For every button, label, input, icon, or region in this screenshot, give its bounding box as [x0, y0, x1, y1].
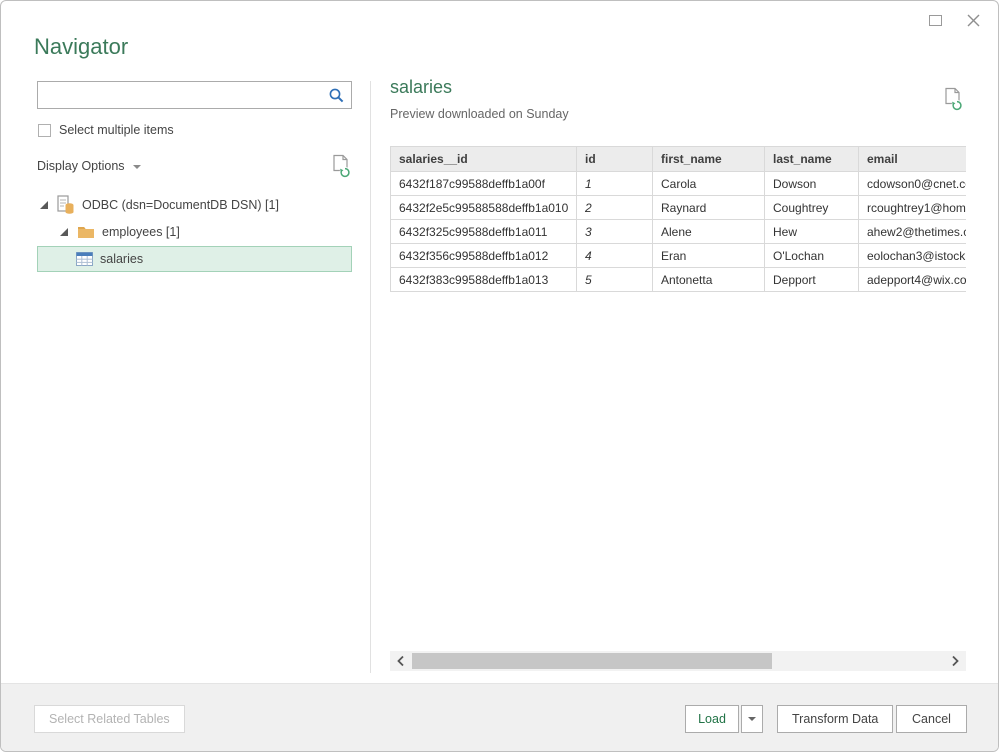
horizontal-scrollbar[interactable]: [390, 651, 966, 671]
column-header-id: id: [577, 147, 653, 172]
scrollbar-track[interactable]: [412, 651, 944, 671]
table-cell: Eran: [653, 244, 765, 268]
preview-table: salaries__ididfirst_namelast_nameemail 6…: [390, 146, 966, 292]
tree-item-label: ODBC (dsn=DocumentDB DSN) [1]: [82, 198, 279, 212]
table-row: 6432f2e5c99588588deffb1a0102RaynardCough…: [391, 196, 967, 220]
tree-item-employees[interactable]: employees [1]: [37, 219, 352, 244]
table-cell: eolochan3@istockp: [859, 244, 967, 268]
cancel-button[interactable]: Cancel: [896, 705, 967, 733]
select-multiple-checkbox[interactable]: [38, 124, 51, 137]
table-cell: O'Lochan: [765, 244, 859, 268]
tree-item-salaries[interactable]: salaries: [37, 246, 352, 272]
table-cell: 6432f2e5c99588588deffb1a010: [391, 196, 577, 220]
preview-table-body: 6432f187c99588deffb1a00f1CarolaDowsoncdo…: [391, 172, 967, 292]
table-cell: Alene: [653, 220, 765, 244]
table-row: 6432f383c99588deffb1a0135AntonettaDeppor…: [391, 268, 967, 292]
table-cell: 3: [577, 220, 653, 244]
table-cell: rcoughtrey1@home: [859, 196, 967, 220]
expand-collapse-icon[interactable]: [59, 227, 69, 237]
chevron-right-icon: [950, 655, 960, 667]
preview-subtitle: Preview downloaded on Sunday: [390, 107, 569, 121]
close-button[interactable]: [962, 9, 984, 31]
scroll-left-button[interactable]: [390, 651, 412, 671]
search-icon[interactable]: [328, 87, 345, 109]
table-cell: Dowson: [765, 172, 859, 196]
chevron-down-icon: [133, 165, 141, 169]
table-row: 6432f356c99588deffb1a0124EranO'Lochaneol…: [391, 244, 967, 268]
table-cell: Depport: [765, 268, 859, 292]
navigator-dialog: Navigator Select multiple items Display …: [0, 0, 999, 752]
select-multiple-row: Select multiple items: [37, 122, 352, 138]
search-input[interactable]: [38, 82, 351, 108]
table-icon: [76, 252, 93, 266]
load-button[interactable]: Load: [685, 705, 739, 733]
column-header-email: email: [859, 147, 967, 172]
maximize-button[interactable]: [924, 9, 946, 31]
table-cell: 1: [577, 172, 653, 196]
select-multiple-label: Select multiple items: [59, 123, 174, 137]
left-pane: Select multiple items Display Options: [37, 81, 352, 272]
scrollbar-thumb[interactable]: [412, 653, 772, 669]
refresh-document-icon: [943, 87, 964, 112]
navigation-tree: ODBC (dsn=DocumentDB DSN) [1] employees …: [37, 192, 352, 272]
expand-collapse-icon[interactable]: [39, 200, 49, 210]
table-cell: 6432f325c99588deffb1a011: [391, 220, 577, 244]
display-options-dropdown[interactable]: Display Options: [37, 159, 141, 173]
chevron-down-icon: [748, 717, 756, 721]
table-cell: 5: [577, 268, 653, 292]
tree-item-label: salaries: [100, 252, 143, 266]
database-source-icon: [57, 195, 75, 215]
table-cell: 6432f187c99588deffb1a00f: [391, 172, 577, 196]
table-cell: 6432f383c99588deffb1a013: [391, 268, 577, 292]
page-title: Navigator: [34, 34, 128, 60]
preview-table-header-row: salaries__ididfirst_namelast_nameemail: [391, 147, 967, 172]
table-cell: Coughtrey: [765, 196, 859, 220]
load-dropdown-button[interactable]: [741, 705, 763, 733]
table-cell: Carola: [653, 172, 765, 196]
preview-table-container: salaries__ididfirst_namelast_nameemail 6…: [390, 146, 966, 295]
select-related-tables-button[interactable]: Select Related Tables: [34, 705, 185, 733]
refresh-document-icon: [331, 154, 352, 179]
transform-data-button[interactable]: Transform Data: [777, 705, 893, 733]
refresh-left-button[interactable]: [331, 154, 352, 179]
table-cell: adepport4@wix.cor: [859, 268, 967, 292]
table-row: 6432f187c99588deffb1a00f1CarolaDowsoncdo…: [391, 172, 967, 196]
scroll-right-button[interactable]: [944, 651, 966, 671]
tree-item-odbc[interactable]: ODBC (dsn=DocumentDB DSN) [1]: [37, 192, 352, 217]
preview-title: salaries: [390, 77, 452, 98]
table-cell: 6432f356c99588deffb1a012: [391, 244, 577, 268]
folder-icon: [77, 225, 95, 239]
search-box: [37, 81, 352, 109]
chevron-left-icon: [396, 655, 406, 667]
table-cell: Hew: [765, 220, 859, 244]
column-header-first_name: first_name: [653, 147, 765, 172]
window-controls: [924, 9, 984, 31]
close-icon: [966, 13, 981, 28]
table-cell: ahew2@thetimes.co: [859, 220, 967, 244]
table-cell: Raynard: [653, 196, 765, 220]
column-header-last_name: last_name: [765, 147, 859, 172]
pane-divider: [370, 81, 371, 673]
table-cell: cdowson0@cnet.co: [859, 172, 967, 196]
tree-item-label: employees [1]: [102, 225, 180, 239]
refresh-preview-button[interactable]: [943, 87, 964, 117]
table-cell: 4: [577, 244, 653, 268]
column-header-salaries__id: salaries__id: [391, 147, 577, 172]
maximize-icon: [929, 15, 942, 26]
table-cell: 2: [577, 196, 653, 220]
footer-bar: Select Related Tables Load Transform Dat…: [1, 683, 998, 751]
table-cell: Antonetta: [653, 268, 765, 292]
options-row: Display Options: [37, 154, 352, 178]
table-row: 6432f325c99588deffb1a0113AleneHewahew2@t…: [391, 220, 967, 244]
display-options-label: Display Options: [37, 159, 125, 173]
